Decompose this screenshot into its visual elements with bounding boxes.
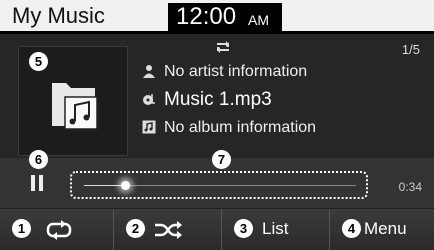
callout-1: 1: [12, 219, 31, 238]
progress-fill: [84, 185, 125, 186]
album-row: No album information: [142, 119, 316, 137]
status-bar: My Music 12:00 AM: [0, 0, 434, 34]
album-icon: [142, 120, 156, 134]
music-screen: My Music 12:00 AM 5 1/5 No artist inform…: [0, 0, 434, 250]
repeat-indicator-icon: [217, 41, 229, 53]
menu-button[interactable]: 4 Menu: [330, 209, 434, 250]
title-row: Music 1.mp3: [142, 89, 272, 111]
callout-6: 6: [29, 150, 48, 169]
track-count: 1/5: [401, 42, 420, 57]
clock-time: 12:00: [176, 3, 237, 30]
menu-button-label: Menu: [364, 219, 407, 238]
repeat-icon: [46, 220, 72, 240]
artist-row: No artist information: [142, 63, 307, 81]
callout-7: 7: [212, 150, 231, 169]
repeat-button[interactable]: 1: [0, 209, 114, 250]
elapsed-time: 0:34: [398, 180, 422, 194]
shuffle-button[interactable]: 2: [114, 209, 222, 250]
list-button-label: List: [262, 219, 289, 238]
album-text: No album information: [164, 119, 317, 136]
pause-button[interactable]: [30, 174, 44, 192]
song-title: Music 1.mp3: [164, 89, 272, 110]
shuffle-icon: [155, 221, 182, 239]
clock: 12:00 AM: [168, 3, 282, 34]
progress-bar[interactable]: [70, 171, 368, 199]
list-button[interactable]: 3 List: [222, 209, 330, 250]
artist-text: No artist information: [164, 63, 308, 80]
clock-ampm: AM: [248, 12, 269, 28]
callout-3: 3: [234, 219, 253, 238]
app-title: My Music: [12, 3, 105, 28]
artist-icon: [143, 65, 155, 78]
song-title-icon: [143, 94, 155, 105]
callout-2: 2: [126, 219, 145, 238]
callout-5: 5: [29, 52, 48, 71]
progress-knob[interactable]: [120, 181, 130, 190]
callout-4: 4: [342, 219, 361, 238]
